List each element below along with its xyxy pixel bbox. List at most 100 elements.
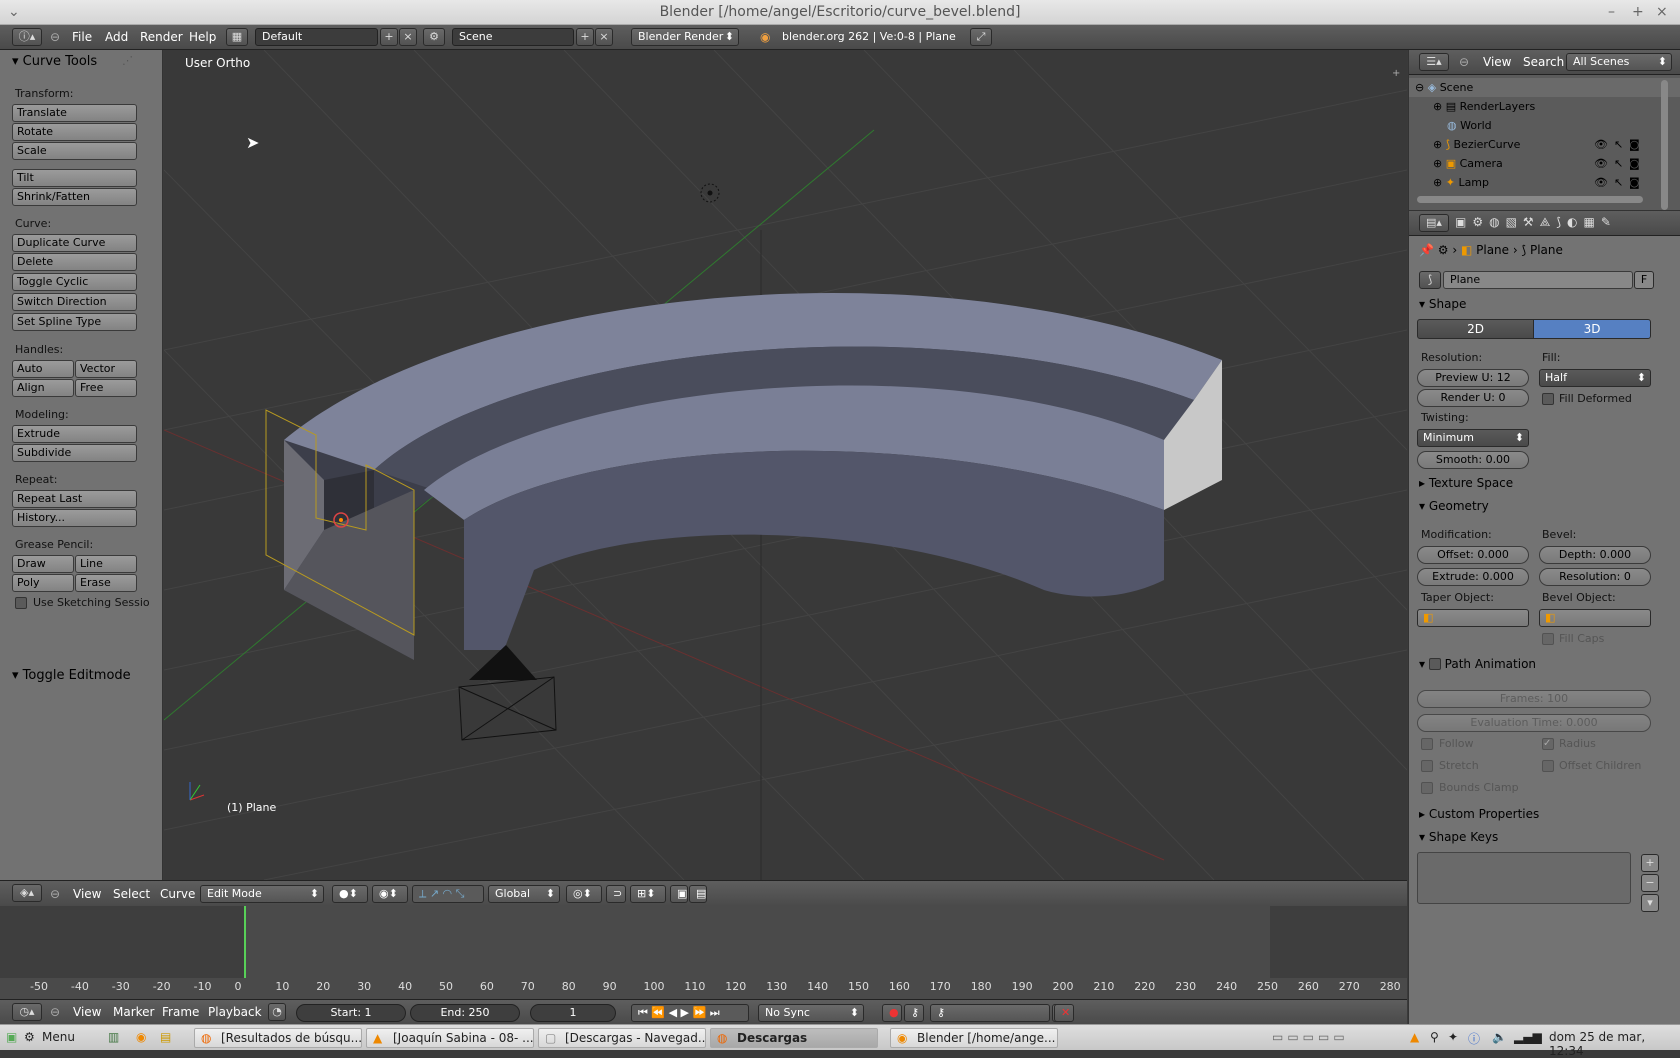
visibility-eye-icon[interactable]: 👁: [1594, 154, 1608, 173]
menu-render[interactable]: Render: [140, 30, 183, 44]
duplicate-curve-button[interactable]: Duplicate Curve: [12, 234, 137, 252]
shape-3d-button[interactable]: 3D: [1533, 319, 1651, 339]
menu-curve[interactable]: Curve: [160, 887, 195, 901]
repeat-last-button[interactable]: Repeat Last: [12, 490, 137, 508]
shape-keys-panel-header[interactable]: ▾ Shape Keys: [1419, 830, 1498, 844]
start-frame-field[interactable]: Start: 1: [296, 1004, 406, 1022]
add-screen-icon[interactable]: +: [380, 28, 398, 46]
expand-icon[interactable]: ⊕: [1433, 138, 1442, 151]
outliner-row-lamp[interactable]: ⊕ ✦ Lamp 👁 ↖ ◙: [1409, 173, 1680, 192]
proportional-edit-select[interactable]: ◎⬍: [566, 885, 602, 903]
scale-button[interactable]: Scale: [12, 142, 137, 160]
menu-help[interactable]: Help: [189, 30, 216, 44]
geometry-panel-header[interactable]: ▾ Geometry: [1419, 499, 1489, 513]
screen-layout-field[interactable]: Default: [255, 28, 378, 46]
grease-erase-button[interactable]: Erase: [75, 574, 137, 592]
switch-direction-button[interactable]: Switch Direction: [12, 293, 137, 311]
grease-draw-button[interactable]: Draw: [12, 555, 74, 573]
outliner-vertical-scrollbar[interactable]: [1661, 80, 1668, 210]
gear-icon[interactable]: ⚙: [24, 1030, 35, 1044]
task-vlc[interactable]: ▲ [Joaquín Sabina - 08- ...: [366, 1028, 534, 1048]
set-spline-type-button[interactable]: Set Spline Type: [12, 313, 137, 331]
toggle-cyclic-button[interactable]: Toggle Cyclic: [12, 273, 137, 291]
radius-checkbox[interactable]: ✓: [1542, 738, 1554, 750]
render-animation-icon[interactable]: ▤: [689, 885, 707, 903]
editor-type-info-icon[interactable]: ⓘ▴: [12, 28, 42, 46]
bounds-clamp-checkbox[interactable]: [1421, 782, 1433, 794]
snap-toggle-icon[interactable]: ⊃: [606, 885, 626, 903]
shape-key-menu-icon[interactable]: ▾: [1641, 894, 1659, 912]
menu-add[interactable]: Add: [105, 30, 128, 44]
render-camera-icon[interactable]: ◙: [1629, 135, 1640, 154]
scene-icon[interactable]: ⚙: [423, 28, 445, 46]
menu-frame[interactable]: Frame: [162, 1005, 199, 1019]
delete-scene-icon[interactable]: ×: [595, 28, 613, 46]
path-animation-checkbox[interactable]: [1428, 657, 1441, 670]
search-icon[interactable]: ⚲: [1430, 1030, 1439, 1044]
record-icon[interactable]: ●: [882, 1004, 902, 1022]
fill-caps-checkbox[interactable]: [1542, 633, 1554, 645]
delete-screen-icon[interactable]: ×: [399, 28, 417, 46]
workspace-switcher[interactable]: ▭▭▭▭▭: [1272, 1030, 1349, 1044]
keying-set-field[interactable]: ⚷: [930, 1004, 1050, 1022]
expand-icon[interactable]: ⊕: [1433, 100, 1442, 113]
collapse-menu-icon[interactable]: ⊖: [50, 1005, 60, 1019]
pin-icon[interactable]: 📌: [1419, 243, 1434, 257]
outliner-row-renderlayers[interactable]: ⊕ ▤ RenderLayers: [1409, 97, 1680, 116]
fill-deformed-checkbox[interactable]: [1542, 393, 1554, 405]
offset-field[interactable]: Offset: 0.000: [1417, 546, 1529, 564]
frames-field[interactable]: Frames: 100: [1417, 690, 1651, 708]
path-animation-panel-header[interactable]: ▾ Path Animation: [1419, 657, 1536, 671]
expand-icon[interactable]: ⊖: [1415, 81, 1424, 94]
window-menu-icon[interactable]: ⌄: [8, 0, 20, 25]
dropbox-icon[interactable]: ✦: [1448, 1030, 1458, 1044]
viewport-shading-select[interactable]: ●⬍: [332, 885, 368, 903]
shape-2d-button[interactable]: 2D: [1417, 319, 1534, 339]
history-button[interactable]: History...: [12, 509, 137, 527]
network-signal-icon[interactable]: ▂▄▆: [1514, 1030, 1542, 1044]
3d-viewport[interactable]: User Ortho (1) Plane + ➤: [164, 50, 1407, 880]
maximize-icon[interactable]: +: [1632, 0, 1644, 25]
editor-type-3d-icon[interactable]: ◈▴: [12, 884, 42, 902]
editor-type-outliner-icon[interactable]: ☰▴: [1419, 53, 1449, 71]
toggle-editmode-header[interactable]: ▾ Toggle Editmode: [12, 668, 131, 683]
menu-search[interactable]: Search: [1523, 55, 1564, 69]
remove-shape-key-icon[interactable]: −: [1641, 874, 1659, 892]
vlc-tray-icon[interactable]: ▲: [1410, 1030, 1419, 1044]
mint-menu-icon[interactable]: ▣: [6, 1030, 17, 1044]
outliner-row-camera[interactable]: ⊕ ▣ Camera 👁 ↖ ◙: [1409, 154, 1680, 173]
select-arrow-icon[interactable]: ↖: [1614, 154, 1623, 173]
follow-checkbox[interactable]: [1421, 738, 1433, 750]
evaluation-time-field[interactable]: Evaluation Time: 0.000: [1417, 714, 1651, 732]
info-tray-icon[interactable]: ⓘ: [1468, 1030, 1480, 1047]
collapse-menu-icon[interactable]: ⊖: [1459, 55, 1469, 69]
bevel-object-field[interactable]: ◧: [1539, 609, 1651, 627]
extrude-field[interactable]: Extrude: 0.000: [1417, 568, 1529, 586]
minimize-icon[interactable]: –: [1608, 0, 1615, 25]
mode-select[interactable]: Edit Mode ⬍: [200, 885, 324, 903]
extrude-button[interactable]: Extrude: [12, 425, 137, 443]
render-engine-select[interactable]: Blender Render ⬍: [631, 28, 739, 46]
expand-icon[interactable]: ⊕: [1433, 157, 1442, 170]
start-menu-label[interactable]: Menu: [42, 1030, 75, 1044]
outliner-filter-select[interactable]: All Scenes ⬍: [1566, 53, 1672, 71]
properties-toggle-icon[interactable]: +: [1392, 68, 1400, 79]
tilt-button[interactable]: Tilt: [12, 169, 137, 187]
outliner-horizontal-scrollbar[interactable]: [1417, 196, 1643, 203]
editor-type-properties-icon[interactable]: ▤▴: [1419, 214, 1449, 232]
handle-align-button[interactable]: Align: [12, 379, 74, 397]
scene-field[interactable]: Scene: [452, 28, 574, 46]
task-blender[interactable]: ◉ Blender [/home/ange...: [890, 1028, 1058, 1048]
preview-u-field[interactable]: Preview U: 12: [1417, 369, 1529, 387]
fullscreen-icon[interactable]: ⤢: [970, 28, 992, 46]
keying-set-icon[interactable]: ⚷: [904, 1004, 924, 1022]
menu-file[interactable]: File: [72, 30, 92, 44]
subdivide-button[interactable]: Subdivide: [12, 444, 137, 462]
taper-object-field[interactable]: ◧: [1417, 609, 1529, 627]
render-u-field[interactable]: Render U: 0: [1417, 389, 1529, 407]
sketching-session-checkbox[interactable]: [15, 597, 27, 609]
outliner-row-world[interactable]: ◍ World: [1409, 116, 1680, 135]
grease-line-button[interactable]: Line: [75, 555, 137, 573]
offset-children-checkbox[interactable]: [1542, 760, 1554, 772]
datablock-name-field[interactable]: Plane: [1443, 271, 1633, 289]
